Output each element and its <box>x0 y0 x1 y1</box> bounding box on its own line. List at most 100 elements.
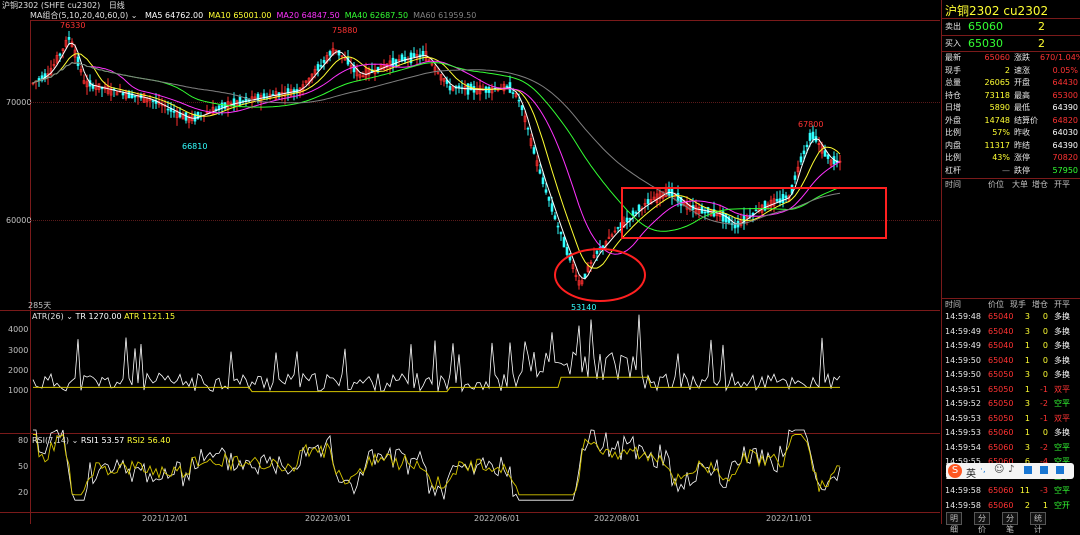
quote-field-row: 现手 2 速涨 0.05% <box>942 65 1080 76</box>
candle-body <box>541 177 545 185</box>
tick-cell: 14:59:51 <box>945 384 981 394</box>
buy-label: 买入 <box>945 39 961 48</box>
tab-stats[interactable]: 统计 <box>1030 512 1046 534</box>
punctuation-icon[interactable]: ·, <box>980 465 986 475</box>
candle-body <box>133 95 137 98</box>
tick-cell: 3 <box>1024 312 1030 321</box>
tick-row[interactable]: 14:59:54 65060 3 -2 空平 <box>942 442 1080 453</box>
quote-field: 持仓 <box>945 90 961 100</box>
tick-cell: 空开 <box>1054 500 1070 510</box>
ma-line <box>32 61 841 232</box>
candle-body <box>151 100 155 102</box>
tr-line <box>32 314 841 393</box>
tick-row[interactable]: 14:59:53 65050 1 -1 双平 <box>942 413 1080 424</box>
keyboard-icon[interactable] <box>1024 466 1032 474</box>
quote-field: 昨收 <box>1014 128 1030 137</box>
tick-cell: -1 <box>1040 413 1048 423</box>
quote-field: 2 <box>1004 65 1010 75</box>
tick-row[interactable]: 14:59:50 65040 1 0 多换 <box>942 355 1080 366</box>
candle-body <box>637 204 641 212</box>
candle-body <box>172 111 176 113</box>
sogou-logo-icon[interactable]: S <box>948 464 962 478</box>
tick-row[interactable]: 14:59:58 65060 11 -3 空平 <box>942 485 1080 496</box>
tab-price[interactable]: 分价 <box>974 512 990 534</box>
tick-row[interactable]: 14:59:58 65060 2 1 空开 <box>942 500 1080 511</box>
chevron-down-icon[interactable]: ⌄ <box>66 312 73 321</box>
tick-cell: -2 <box>1040 442 1048 452</box>
candle-body <box>634 212 638 214</box>
col-add: 增仓 <box>1032 300 1048 309</box>
rsi-tick: 80 <box>18 436 29 445</box>
tick-cell: 14:59:50 <box>945 370 981 379</box>
rsi-tick: 20 <box>18 488 29 497</box>
tick-cell: 0 <box>1042 312 1048 321</box>
tick-cell: 65040 <box>988 355 1014 365</box>
tick-cell: 双平 <box>1054 384 1070 394</box>
chevron-down-icon[interactable]: ⌄ <box>72 436 79 445</box>
rsi-legend: RSI(7,14) ⌄ RSI1 53.57 RSI2 56.40 <box>32 436 170 445</box>
col-vol: 现手 <box>1010 300 1026 309</box>
quote-field: 跌停 <box>1014 165 1030 175</box>
quote-field: 64390 <box>1052 103 1078 112</box>
atr-label[interactable]: ATR(26) <box>32 312 64 321</box>
tick-cell: 0 <box>1042 341 1048 350</box>
tick-row[interactable]: 14:59:52 65050 3 -2 空平 <box>942 398 1080 409</box>
candle-body <box>487 87 491 93</box>
ime-toolbar[interactable]: S 英 ·, ☺ ♪ <box>946 463 1074 480</box>
tick-row[interactable]: 14:59:51 65050 1 -1 双平 <box>942 384 1080 395</box>
candle-body <box>67 37 71 40</box>
tick-cell: 65060 <box>988 500 1014 510</box>
candle-body <box>799 156 803 163</box>
tick-cell: 多换 <box>1054 312 1070 321</box>
candle-body <box>76 56 80 66</box>
tick-row[interactable]: 14:59:53 65060 1 0 多换 <box>942 427 1080 438</box>
x-tick: 2021/12/01 <box>142 514 189 523</box>
toolbox-icon[interactable] <box>1056 466 1064 474</box>
tick-cell: 多换 <box>1054 428 1070 437</box>
candle-body <box>58 53 62 56</box>
tick-cell: 14:59:53 <box>945 413 981 423</box>
quote-field: 最低 <box>1014 103 1030 112</box>
tick-cell: 14:59:50 <box>945 355 981 365</box>
quote-field-row: 内盘 11317 昨结 64390 <box>942 140 1080 151</box>
microphone-icon[interactable]: ♪ <box>1008 464 1014 475</box>
col-time: 时间 <box>945 180 961 189</box>
quote-field: 最高 <box>1014 90 1030 100</box>
candle-body <box>121 92 125 96</box>
candle-body <box>322 59 326 63</box>
tick-cell: 1 <box>1024 428 1030 437</box>
quote-field: 开盘 <box>1014 78 1030 87</box>
quote-field: 涨跌 <box>1014 53 1030 62</box>
quote-field: 最新 <box>945 53 961 62</box>
tick-row[interactable]: 14:59:49 65040 1 0 多换 <box>942 340 1080 351</box>
tick-cell: 14:59:49 <box>945 341 981 350</box>
candle-body <box>538 169 542 174</box>
tick-cell: 65040 <box>988 326 1014 336</box>
tab-trades[interactable]: 分笔 <box>1002 512 1018 534</box>
tick-row[interactable]: 14:59:50 65050 3 0 多换 <box>942 369 1080 380</box>
tick-row[interactable]: 14:59:49 65040 3 0 多换 <box>942 326 1080 337</box>
tick-cell: 11 <box>1019 486 1030 495</box>
quote-field-row: 比例 57% 昨收 64030 <box>942 127 1080 138</box>
skin-icon[interactable] <box>1040 466 1048 474</box>
tick-row[interactable]: 14:59:48 65040 3 0 多换 <box>942 311 1080 322</box>
tick-cell: 65060 <box>988 428 1014 437</box>
tab-detail[interactable]: 明细 <box>946 512 962 534</box>
tick-cell: 多换 <box>1054 370 1070 379</box>
candle-body <box>646 199 650 204</box>
atr-line <box>33 376 840 393</box>
emoji-icon[interactable]: ☺ <box>994 464 1004 475</box>
candle-body <box>733 224 737 229</box>
tick-cell: 14:59:48 <box>945 312 981 321</box>
quote-field: 64430 <box>1052 78 1078 87</box>
chart-area[interactable]: 沪铜2302 (SHFE cu2302) 日线 MA组合(5,10,20,40,… <box>0 0 940 524</box>
quote-field: 26065 <box>984 78 1010 87</box>
quote-field: 670/1.04% <box>1040 53 1080 62</box>
col-big: 大单 <box>1012 180 1028 189</box>
quote-field: — <box>1002 165 1010 175</box>
candle-body <box>127 90 131 99</box>
quote-field: 57950 <box>1052 165 1078 175</box>
tick-cell: 多换 <box>1054 355 1070 365</box>
rsi-label[interactable]: RSI(7,14) <box>32 436 69 445</box>
ime-language[interactable]: 英 <box>966 465 976 480</box>
